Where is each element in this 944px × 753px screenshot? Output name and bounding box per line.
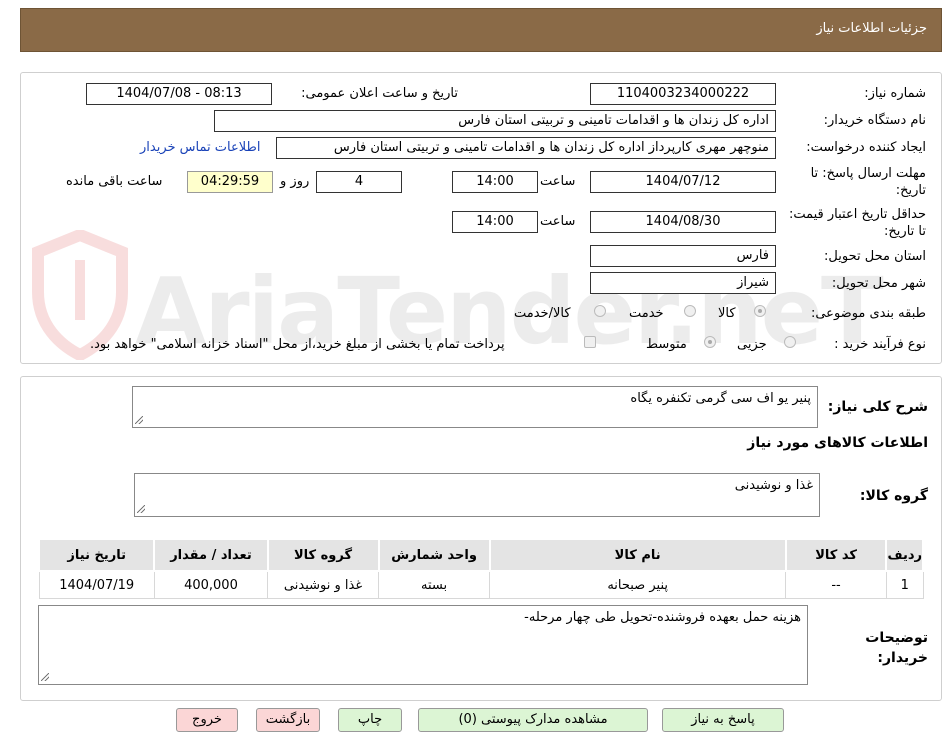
buyer-notes-textarea[interactable]: هزینه حمل بعهده فروشنده-تحویل طی چهار مر… [38,605,808,685]
table-row: 1 -- پنیر صبحانه بسته غذا و نوشیدنی 400,… [38,570,924,599]
summary-label: شرح کلی نیاز: [827,399,928,415]
goods-group-textarea[interactable]: غذا و نوشیدنی [134,473,820,517]
process-option-minor: جزیی [737,337,767,352]
buyer-org-label: نام دستگاه خریدار: [823,113,926,128]
remaining-time-field: 04:29:59 [187,171,273,193]
announce-label: تاریخ و ساعت اعلان عمومی: [301,86,458,101]
col-need-date: تاریخ نیاز [37,538,156,572]
resize-handle-icon [137,505,145,513]
col-unit: واحد شمارش [377,538,491,572]
deadline-time-field[interactable]: 14:00 [452,171,538,193]
col-goods-code: کد کالا [784,538,888,572]
category-radio-goods[interactable] [754,305,766,317]
summary-textarea[interactable]: پنیر یو اف سی گرمی تکنفره یگاه [132,386,818,428]
goods-group-label: گروه کالا: [859,488,928,504]
validity-time-field[interactable]: 14:00 [452,211,538,233]
resize-handle-icon [41,673,49,681]
col-goods-group: گروه کالا [266,538,380,572]
category-option-service: خدمت [629,306,664,321]
announce-field[interactable]: 1404/07/08 - 08:13 [86,83,272,105]
print-button[interactable]: چاپ [338,708,402,732]
goods-table-header: ردیف کد کالا نام کالا واحد شمارش گروه کا… [37,538,924,572]
view-attachments-button[interactable]: مشاهده مدارک پیوستی (0) [418,708,648,732]
category-label: طبقه بندی موضوعی: [810,306,926,321]
category-radio-goods-service[interactable] [594,305,606,317]
category-radio-service[interactable] [684,305,696,317]
treasury-payment-checkbox[interactable] [584,336,596,348]
back-button[interactable]: بازگشت [256,708,320,732]
province-label: استان محل تحویل: [824,249,926,264]
cell-quantity: 400,000 [153,570,269,599]
deadline-date-field[interactable]: 1404/07/12 [590,171,776,193]
cell-row-number: 1 [885,570,924,599]
city-label: شهر محل تحویل: [831,276,926,291]
deadline-label: مهلت ارسال پاسخ: تا تاریخ: [810,166,926,198]
exit-button[interactable]: خروج [176,708,238,732]
page-header: جزئیات اطلاعات نیاز [20,8,942,52]
goods-info-title: اطلاعات کالاهای مورد نیاز [747,435,928,451]
process-option-medium: متوسط [646,337,687,352]
process-radio-minor[interactable] [784,336,796,348]
remaining-label: ساعت باقی مانده [66,174,163,189]
city-field[interactable]: شیراز [590,272,776,294]
cell-goods-code: -- [785,570,887,599]
page-title: جزئیات اطلاعات نیاز [816,21,927,36]
validity-time-label: ساعت [540,214,576,229]
need-number-field[interactable]: 1104003234000222 [590,83,776,105]
buyer-org-field[interactable]: اداره کل زندان ها و اقدامات تامینی و ترب… [214,110,776,132]
validity-date-field[interactable]: 1404/08/30 [590,211,776,233]
col-quantity: تعداد / مقدار [153,538,269,572]
category-option-goods: کالا [718,306,736,321]
deadline-time-label: ساعت [540,174,576,189]
cell-need-date: 1404/07/19 [38,570,155,599]
treasury-payment-note: پرداخت تمام یا بخشی از مبلغ خرید،از محل … [90,337,505,352]
days-field[interactable]: 4 [316,171,402,193]
province-field[interactable]: فارس [590,245,776,267]
reply-button[interactable]: پاسخ به نیاز [662,708,784,732]
cell-goods-group: غذا و نوشیدنی [267,570,380,599]
resize-handle-icon [135,416,143,424]
col-goods-name: نام کالا [488,538,787,572]
process-label: نوع فرآیند خرید : [834,337,926,352]
goods-table: ردیف کد کالا نام کالا واحد شمارش گروه کا… [37,538,924,599]
need-number-label: شماره نیاز: [864,86,926,101]
days-label: روز و [280,174,310,189]
validity-label: حداقل تاریخ اعتبار قیمت: تا تاریخ: [788,207,926,239]
requester-label: ایجاد کننده درخواست: [806,140,926,155]
process-radio-medium[interactable] [704,336,716,348]
buyer-notes-label: توضیحات خریدار: [865,630,928,666]
buyer-contact-link[interactable]: اطلاعات تماس خریدار [140,140,260,155]
cell-goods-name: پنیر صبحانه [489,570,787,599]
cell-unit: بسته [378,570,491,599]
category-option-goods-service: کالا/خدمت [514,306,571,321]
requester-field[interactable]: منوچهر مهری کارپرداز اداره کل زندان ها و… [276,137,776,159]
col-row-number: ردیف [885,538,924,572]
